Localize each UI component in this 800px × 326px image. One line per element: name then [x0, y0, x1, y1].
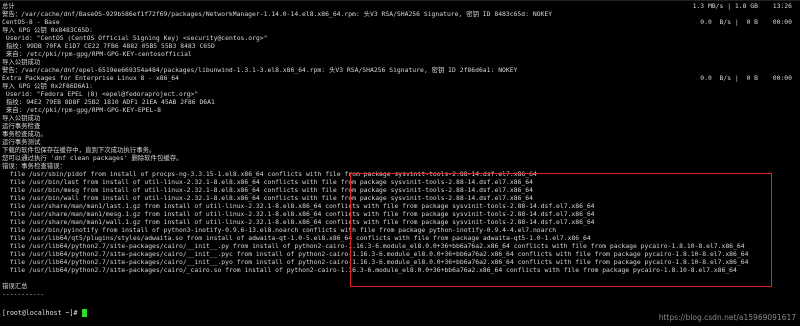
elapsed-time: 13:26: [772, 2, 792, 10]
terminal-line: 来自: /etc/pki/rpm-gpg/RPM-GPG-KEY-centoso…: [2, 50, 798, 58]
terminal-line-text: 警告：/var/cache/dnf/epel-6519ee669354a484/…: [2, 66, 518, 74]
terminal-line: 导入公钥成功: [2, 114, 798, 122]
prompt-text: [root@localhost ~]#: [2, 309, 78, 317]
terminal-line-text: 指纹: 94E2 79EB 8D8F 25B2 1810 ADF1 21EA 4…: [2, 98, 215, 106]
terminal-line-text: 错误汇总: [2, 282, 28, 290]
terminal-line-text: file /usr/sbin/pidof from install of pro…: [2, 170, 537, 178]
terminal-line: 导入 GPG 公钥 0x8483C65D:: [2, 26, 798, 34]
terminal-line: file /usr/lib64/qt5/plugins/styles/adwai…: [2, 234, 798, 242]
shell-prompt[interactable]: [root@localhost ~]#: [2, 309, 88, 318]
terminal-line-text: file /usr/bin/wall from install of util-…: [2, 194, 533, 202]
terminal-line: 警告：/var/cache/dnf/epel-6519ee669354a484/…: [2, 66, 798, 74]
terminal-line: 指纹: 94E2 79EB 8D8F 25B2 1810 ADF1 21EA 4…: [2, 98, 798, 106]
terminal-line: 下载的软件包保存在缓存中，直到下次成功执行事务。: [2, 146, 798, 154]
terminal-line-text: 导入公钥成功: [2, 58, 41, 66]
terminal-line-text: file /usr/lib64/python2.7/site-packages/…: [2, 250, 749, 258]
terminal-line: file /usr/bin/mesg from install of util-…: [2, 186, 798, 194]
terminal-line-text: file /usr/lib64/python2.7/site-packages/…: [2, 258, 749, 266]
terminal-line: file /usr/sbin/pidof from install of pro…: [2, 170, 798, 178]
terminal-line: file /usr/share/man/man1/mesg.1.gz from …: [2, 210, 798, 218]
transfer-rate: 1.3 MB/s | 1.8 GB: [692, 2, 758, 10]
terminal-line: file /usr/bin/wall from install of util-…: [2, 194, 798, 202]
terminal-line-text: 运行事务检查: [2, 122, 41, 130]
terminal-line-text: 下载的软件包保存在缓存中，直到下次成功执行事务。: [2, 146, 156, 154]
terminal-line: 运行事务检查: [2, 122, 798, 130]
transfer-rate: 0.0 B/s | 0 B: [700, 74, 758, 82]
terminal-line-text: Userid: "CentOS (CentOS Official Signing…: [2, 34, 268, 42]
transfer-rate: 0.0 B/s | 0 B: [700, 18, 758, 26]
terminal-line-text: file /usr/lib64/qt5/plugins/styles/adwai…: [2, 234, 591, 242]
terminal-line: file /usr/lib64/python2.7/site-packages/…: [2, 242, 798, 250]
terminal-line-text: 运行事务测试: [2, 138, 41, 146]
terminal-line: Extra Packages for Enterprise Linux 8 - …: [2, 74, 798, 82]
terminal-line: 错误：事务检查错误：: [2, 162, 798, 170]
terminal-top-edge: [0, 0, 800, 1]
terminal-line: 指纹: 99DB 70FA E1D7 CE22 7FB6 4882 05B5 5…: [2, 42, 798, 50]
terminal-line-text: file /usr/bin/pyinotify from install of …: [2, 226, 557, 234]
terminal-line-text: file /usr/share/man/man1/wall.1.gz from …: [2, 218, 595, 226]
terminal-line: file /usr/share/man/man1/wall.1.gz from …: [2, 218, 798, 226]
terminal-line-text: 事务检查成功。: [2, 130, 47, 138]
terminal-line: Userid: "Fedora EPEL (8) <epel@fedorapro…: [2, 90, 798, 98]
terminal-line: 导入 GPG 公钥 0x2F86D6A1:: [2, 82, 798, 90]
terminal-line: 您可以通过执行 'dnf clean packages' 删除软件包缓存。: [2, 154, 798, 162]
terminal-line-text: 警告：/var/cache/dnf/BaseOS-929b586ef1f72f6…: [2, 10, 553, 18]
terminal-line: file /usr/bin/last from install of util-…: [2, 178, 798, 186]
terminal-line-text: file /usr/bin/last from install of util-…: [2, 178, 533, 186]
terminal-line-text: 错误：事务检查错误：: [2, 162, 66, 170]
terminal-line-text: 导入 GPG 公钥 0x2F86D6A1:: [2, 82, 93, 90]
terminal-line: file /usr/lib64/python2.7/site-packages/…: [2, 266, 798, 274]
watermark: https://blog.csdn.net/a15969091617: [658, 313, 796, 322]
terminal-line: Userid: "CentOS (CentOS Official Signing…: [2, 34, 798, 42]
terminal-line: CentOS-8 - Base 0.0 B/s | 0 B 00:00: [2, 18, 798, 26]
terminal-line: file /usr/lib64/python2.7/site-packages/…: [2, 258, 798, 266]
terminal-line-text: file /usr/lib64/python2.7/site-packages/…: [2, 242, 745, 250]
terminal-line-text: Userid: "Fedora EPEL (8) <epel@fedorapro…: [2, 90, 199, 98]
terminal-line-text: CentOS-8 - Base: [2, 18, 60, 26]
terminal-line: -----------: [2, 290, 798, 298]
text-cursor: [82, 309, 88, 317]
elapsed-time: 00:00: [772, 18, 792, 26]
elapsed-time: 00:00: [772, 74, 792, 82]
terminal-line-text: file /usr/share/man/man1/last.1.gz from …: [2, 202, 595, 210]
terminal-line: file /usr/lib64/python2.7/site-packages/…: [2, 250, 798, 258]
terminal-line: 运行事务测试: [2, 138, 798, 146]
terminal-line: file /usr/share/man/man1/last.1.gz from …: [2, 202, 798, 210]
terminal-line-text: 导入公钥成功: [2, 114, 41, 122]
terminal-line: 来自: /etc/pki/rpm-gpg/RPM-GPG-KEY-EPEL-8: [2, 106, 798, 114]
terminal-line-text: file /usr/share/man/man1/mesg.1.gz from …: [2, 210, 595, 218]
terminal-line-text: -----------: [2, 290, 45, 298]
terminal-line: 错误汇总: [2, 282, 798, 290]
terminal-line-text: file /usr/lib64/python2.7/site-packages/…: [2, 266, 737, 274]
terminal-line: file /usr/bin/pyinotify from install of …: [2, 226, 798, 234]
terminal-line-text: 来自: /etc/pki/rpm-gpg/RPM-GPG-KEY-EPEL-8: [2, 106, 161, 114]
terminal-line-text: 您可以通过执行 'dnf clean packages' 删除软件包缓存。: [2, 154, 183, 162]
terminal-line-text: 指纹: 99DB 70FA E1D7 CE22 7FB6 4882 05B5 5…: [2, 42, 215, 50]
terminal-line-text: 导入 GPG 公钥 0x8483C65D:: [2, 26, 93, 34]
terminal-line: 事务检查成功。: [2, 130, 798, 138]
terminal-line: 总计 1.3 MB/s | 1.8 GB 13:26: [2, 2, 798, 10]
terminal-line-text: 来自: /etc/pki/rpm-gpg/RPM-GPG-KEY-centoso…: [2, 50, 192, 58]
terminal-line-text: Extra Packages for Enterprise Linux 8 - …: [2, 74, 179, 82]
terminal-window[interactable]: 总计 1.3 MB/s | 1.8 GB 13:26 警告：/var/cache/dn…: [0, 0, 800, 326]
terminal-line: 警告：/var/cache/dnf/BaseOS-929b586ef1f72f6…: [2, 10, 798, 18]
terminal-line-text: file /usr/bin/mesg from install of util-…: [2, 186, 533, 194]
terminal-line-text: 总计: [2, 2, 15, 10]
terminal-line: 导入公钥成功: [2, 58, 798, 66]
